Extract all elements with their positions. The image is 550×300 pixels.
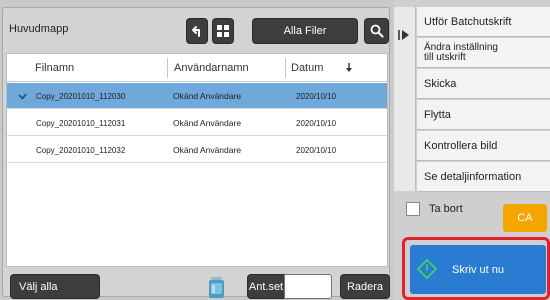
column-divider <box>285 58 286 78</box>
delete-after-print-label: Ta bort <box>429 203 463 215</box>
select-all-label: Välj alla <box>19 280 58 293</box>
table-row[interactable]: Copy_20201010_112032 Okänd Användare 202… <box>7 137 387 163</box>
file-filter-button[interactable]: Alla Filer <box>252 18 358 44</box>
row-username: Okänd Användare <box>173 91 242 101</box>
row-filename: Copy_20201010_112031 <box>36 118 126 128</box>
action-move[interactable]: Flytta <box>417 100 550 130</box>
action-label: Flytta <box>424 108 451 121</box>
bottom-toolbar: Välj alla Ant.set Radera <box>6 272 390 300</box>
print-now-label: Skriv ut nu <box>452 263 504 276</box>
action-label: Skicka <box>424 77 457 90</box>
collapse-arrow-icon[interactable] <box>398 30 410 40</box>
column-header-username[interactable]: Användarnamn <box>174 54 284 82</box>
action-check-image[interactable]: Kontrollera bild <box>417 131 550 161</box>
row-date: 2020/10/10 <box>296 118 337 128</box>
clear-all-label: CA <box>517 212 533 224</box>
view-toggle-button[interactable] <box>212 18 234 44</box>
grid-icon <box>217 25 229 37</box>
up-arrow-icon <box>192 26 200 37</box>
row-username: Okänd Användare <box>173 118 242 128</box>
file-list: Filnamn Användarnamn Datum Copy_20201010… <box>6 53 388 267</box>
action-change-print-settings[interactable]: Ändra inställning till utskrift <box>417 38 550 68</box>
column-header-date[interactable]: Datum <box>291 54 351 82</box>
search-icon <box>370 24 383 38</box>
clear-all-button[interactable]: CA <box>503 204 547 232</box>
row-filename: Copy_20201010_112030 <box>36 91 126 101</box>
search-button[interactable] <box>364 18 389 44</box>
row-date: 2020/10/10 <box>296 91 337 101</box>
row-date: 2020/10/10 <box>296 145 337 155</box>
delete-label: Radera <box>346 280 384 293</box>
row-filename: Copy_20201010_112032 <box>36 145 126 155</box>
delete-after-print-checkbox[interactable] <box>406 202 420 216</box>
action-label-line2: till utskrift <box>424 51 466 63</box>
checkmark-icon <box>18 83 30 109</box>
row-username: Okänd Användare <box>173 145 242 155</box>
copies-label: Ant.set <box>247 274 285 299</box>
column-divider <box>167 58 168 78</box>
action-label: Se detaljinformation <box>424 170 522 183</box>
start-diamond-icon <box>417 259 437 279</box>
folder-up-button[interactable] <box>186 18 208 44</box>
action-label: Kontrollera bild <box>424 139 498 152</box>
table-row[interactable]: Copy_20201010_112031 Okänd Användare 202… <box>7 110 387 136</box>
copies-input[interactable] <box>284 274 332 299</box>
action-detail-info[interactable]: Se detaljinformation <box>417 162 550 192</box>
action-send[interactable]: Skicka <box>417 69 550 99</box>
column-header-filename[interactable]: Filnamn <box>35 54 161 82</box>
table-row[interactable]: Copy_20201010_112030 Okänd Användare 202… <box>7 83 387 109</box>
list-header: Filnamn Användarnamn Datum <box>7 54 387 82</box>
delete-button[interactable]: Radera <box>340 274 390 299</box>
action-batch-print[interactable]: Utför Batchutskrift <box>417 7 550 37</box>
file-filter-label: Alla Filer <box>283 25 327 37</box>
sort-descending-icon[interactable] <box>345 54 359 82</box>
select-all-button[interactable]: Välj alla <box>10 274 100 299</box>
folder-title: Huvudmapp <box>9 23 69 35</box>
file-browser-panel: Huvudmapp Alla Filer Filnamn Användarnam… <box>2 7 390 300</box>
toner-bottle-icon <box>209 277 224 298</box>
action-label-line1: Ändra inställning <box>424 41 498 53</box>
action-label: Utför Batchutskrift <box>424 15 512 28</box>
